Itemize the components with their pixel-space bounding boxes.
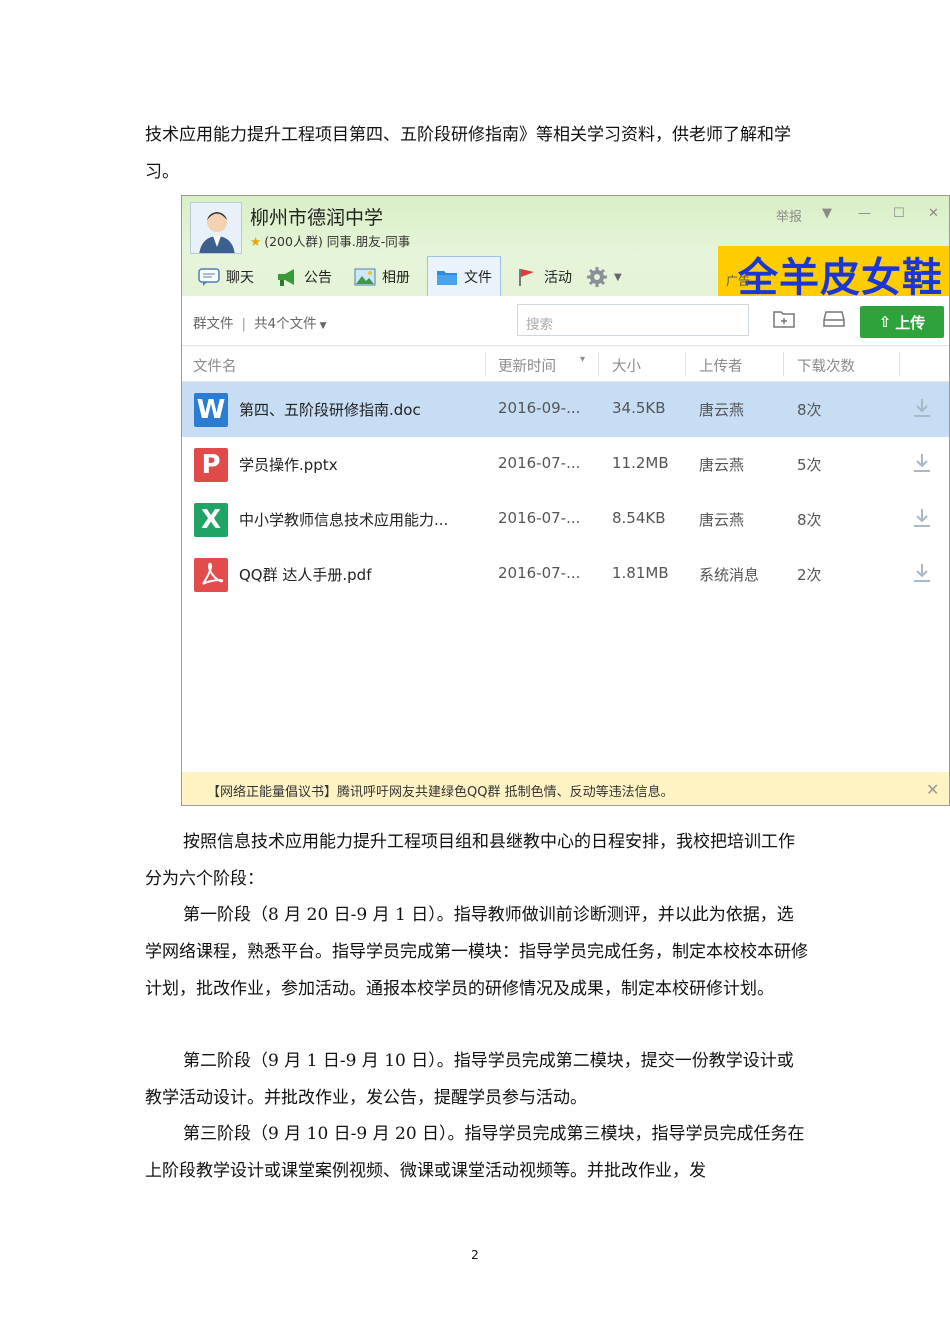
col-size[interactable]: 大小 [612,355,641,376]
chat-icon [198,268,220,286]
column-divider [899,352,900,376]
file-downloads: 2次 [797,566,822,584]
advertisement-banner[interactable]: 全羊皮女鞋 广告 [718,246,949,296]
download-icon[interactable] [911,507,933,529]
download-icon[interactable] [911,452,933,474]
qq-header: 柳州市德润中学 ★ (200人群) 同事.朋友-同事 举报 ▼ — ☐ ✕ 聊天 … [182,196,949,296]
file-uploader: 唐云燕 [699,401,745,419]
group-subtitle-text: (200人群) 同事.朋友-同事 [264,234,411,249]
file-count-dropdown[interactable]: 共4个文件 [254,316,317,332]
column-divider [783,352,784,376]
file-size: 34.5KB [612,399,666,417]
crumb-group-files[interactable]: 群文件 [193,316,234,332]
ad-label: 广告 [726,274,751,288]
tab-album[interactable]: 相册 [354,258,410,296]
paragraph-3: 第二阶段（9 月 1 日-9 月 10 日）。指导学员完成第二模块，提交一份教学… [145,1051,794,1108]
word-doc-icon: W [194,393,228,427]
powerpoint-icon: P [194,448,228,482]
group-name: 柳州市德润中学 [250,207,384,229]
file-downloads: 5次 [797,456,822,474]
file-name[interactable]: 学员操作.pptx [239,454,338,475]
picture-icon [354,268,376,286]
chevron-down-icon: ▼ [319,321,327,331]
excel-icon: X [194,503,228,537]
column-divider [685,352,686,376]
file-time: 2016-07-... [498,509,581,527]
pdf-icon [194,558,228,592]
ad-text: 全羊皮女鞋 [738,255,943,296]
new-folder-icon[interactable] [773,310,795,328]
close-icon[interactable]: ✕ [926,780,939,799]
chevron-down-icon[interactable]: ▼ [822,206,832,221]
settings-menu[interactable]: ▼ [586,258,622,296]
paragraph-top: 技术应用能力提升工程项目第四、五阶段研修指南》等相关学习资料，供老师了解和学习。 [145,125,791,182]
storage-icon[interactable] [823,310,845,328]
folder-icon [437,270,457,285]
download-icon[interactable] [911,397,933,419]
gear-icon [587,267,607,287]
breadcrumb: 群文件 | 共4个文件 ▼ [193,312,327,332]
notice-text[interactable]: 【网络正能量倡议书】腾讯呼吁网友共建绿色QQ群 抵制色情、反动等违法信息。 [207,781,674,800]
search-input[interactable]: 搜索 [517,304,749,336]
col-downloads[interactable]: 下载次数 [797,355,855,376]
file-row[interactable]: P 学员操作.pptx 2016-07-... 11.2MB 唐云燕 5次 [182,437,949,492]
report-link[interactable]: 举报 [776,206,802,225]
file-size: 11.2MB [612,454,669,472]
tab-chat-label: 聊天 [226,270,254,286]
file-uploader: 唐云燕 [699,456,745,474]
maximize-icon[interactable]: ☐ [893,206,905,221]
tab-chat[interactable]: 聊天 [198,258,254,296]
col-filename[interactable]: 文件名 [193,355,237,376]
tab-activity[interactable]: 活动 [516,258,572,296]
close-icon[interactable]: ✕ [928,206,939,221]
tab-album-label: 相册 [382,270,410,286]
page-number: 2 [471,1248,479,1262]
file-name[interactable]: 第四、五阶段研修指南.doc [239,399,421,420]
file-time: 2016-07-... [498,564,581,582]
tab-files[interactable]: 文件 [427,256,501,296]
upload-label: 上传 [895,313,926,332]
file-row[interactable]: W 第四、五阶段研修指南.doc 2016-09-... 34.5KB 唐云燕 … [182,382,949,437]
file-name[interactable]: QQ群 达人手册.pdf [239,564,371,585]
star-icon: ★ [250,234,262,249]
qq-group-window-screenshot: 柳州市德润中学 ★ (200人群) 同事.朋友-同事 举报 ▼ — ☐ ✕ 聊天 … [181,195,950,806]
notice-bar: 【网络正能量倡议书】腾讯呼吁网友共建绿色QQ群 抵制色情、反动等违法信息。 ✕ [182,772,949,805]
file-row[interactable]: X 中小学教师信息技术应用能力... 2016-07-... 8.54KB 唐云… [182,492,949,547]
crumb-separator: | [241,316,247,332]
tab-files-label: 文件 [464,269,492,286]
paragraph-2: 第一阶段（8 月 20 日-9 月 1 日）。指导教师做训前诊断测评，并以此为依… [145,905,808,999]
file-size: 8.54KB [612,509,666,527]
chevron-down-icon: ▼ [614,271,622,283]
group-avatar[interactable] [190,202,242,254]
minimize-icon[interactable]: — [858,206,871,221]
tab-activity-label: 活动 [544,270,572,286]
upload-icon: ⇧ [878,313,892,331]
col-updated-time[interactable]: 更新时间 [498,355,556,376]
column-divider [598,352,599,376]
file-downloads: 8次 [797,511,822,529]
group-subtitle: ★ (200人群) 同事.朋友-同事 [250,231,410,250]
flag-icon [519,269,534,286]
tab-announcement-label: 公告 [304,270,332,286]
file-time: 2016-07-... [498,454,581,472]
file-table-header: 文件名 更新时间 ▾ 大小 上传者 下载次数 [182,346,949,382]
file-time: 2016-09-... [498,399,581,417]
col-uploader[interactable]: 上传者 [699,355,743,376]
megaphone-icon [278,269,294,286]
file-uploader: 系统消息 [699,566,760,584]
column-divider [485,352,486,376]
file-toolbar: 群文件 | 共4个文件 ▼ 搜索 ⇧ 上传 [182,296,949,346]
file-downloads: 8次 [797,401,822,419]
download-icon[interactable] [911,562,933,584]
file-row[interactable]: QQ群 达人手册.pdf 2016-07-... 1.81MB 系统消息 2次 [182,547,949,602]
file-size: 1.81MB [612,564,669,582]
file-uploader: 唐云燕 [699,511,745,529]
sort-chevron-icon[interactable]: ▾ [580,354,585,365]
tab-announcement[interactable]: 公告 [276,258,332,296]
paragraph-1: 按照信息技术应用能力提升工程项目组和县继教中心的日程安排，我校把培训工作分为六个… [145,832,795,889]
upload-button[interactable]: ⇧ 上传 [860,306,944,338]
paragraph-4: 第三阶段（9 月 10 日-9 月 20 日）。指导学员完成第三模块，指导学员完… [145,1124,805,1181]
file-name[interactable]: 中小学教师信息技术应用能力... [239,509,448,530]
